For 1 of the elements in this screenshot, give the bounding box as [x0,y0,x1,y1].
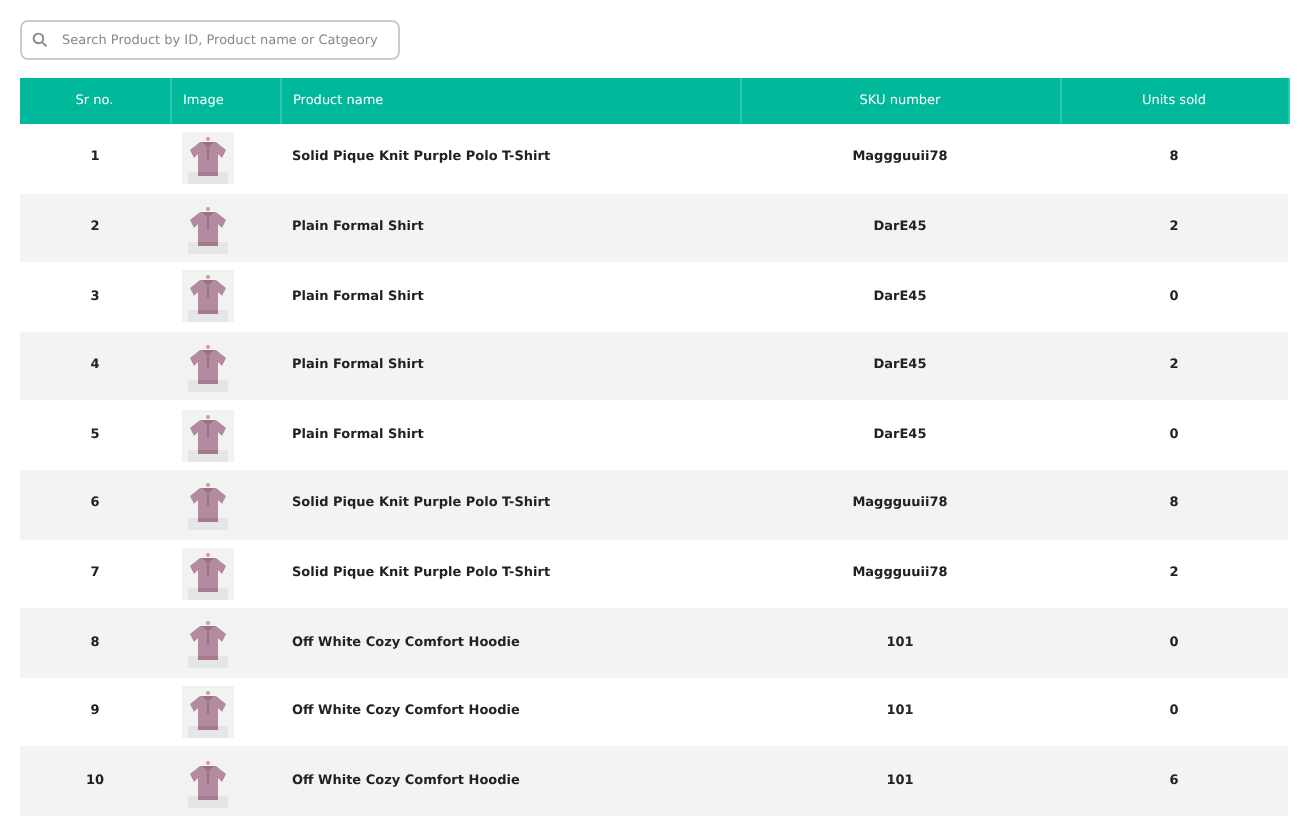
search-icon [32,32,48,48]
